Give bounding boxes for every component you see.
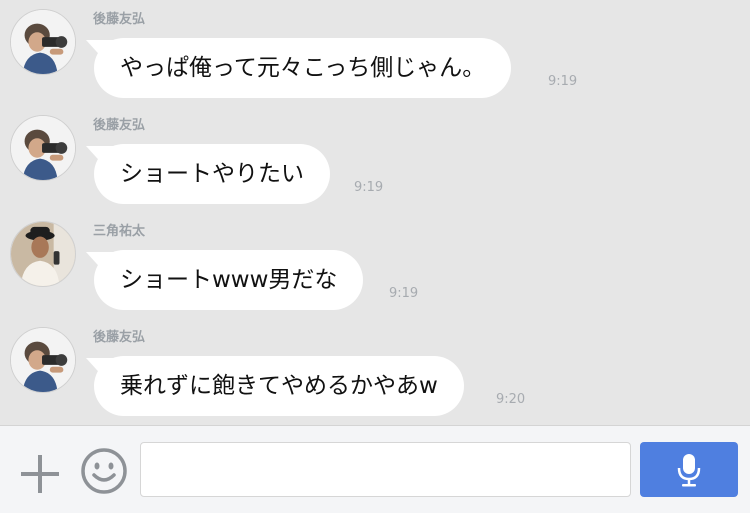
message-bubble[interactable]: やっぱ俺って元々こっち側じゃん。 — [94, 38, 512, 98]
chat-message: 後藤友弘 ショートやりたい 9:19 — [0, 106, 750, 212]
sender-name: 後藤友弘 — [93, 12, 146, 27]
message-input-bar — [0, 425, 750, 513]
message-time: 9:19 — [548, 74, 578, 89]
chat-message: 後藤友弘 やっぱ俺って元々こっち側じゃん。 9:19 — [0, 0, 750, 106]
chat-message: 後藤友弘 乗れずに飽きてやめるかやあw 9:20 — [0, 318, 750, 424]
message-bubble[interactable]: ショートwww男だな — [94, 250, 364, 310]
plus-icon — [21, 455, 59, 493]
message-time: 9:20 — [496, 392, 526, 407]
smiley-icon — [81, 448, 127, 494]
message-bubble[interactable]: ショートやりたい — [94, 144, 330, 204]
message-time: 9:19 — [389, 286, 419, 301]
chat-message: 三角祐太 ショートwww男だな 9:19 — [0, 212, 750, 318]
chat-message-list[interactable]: 後藤友弘 やっぱ俺って元々こっち側じゃん。 9:19 後藤友弘 ショートやりたい… — [0, 0, 750, 425]
avatar-goto[interactable] — [10, 327, 76, 393]
sender-name: 三角祐太 — [93, 224, 146, 239]
add-attachment-button[interactable] — [18, 452, 62, 496]
message-bubble[interactable]: 乗れずに飽きてやめるかやあw — [94, 356, 464, 416]
sender-name: 後藤友弘 — [93, 118, 146, 133]
emoji-button[interactable] — [80, 447, 128, 495]
avatar-photo-hat-man — [11, 222, 75, 286]
avatar-photo-camera-man — [11, 116, 75, 180]
voice-message-button[interactable] — [640, 442, 738, 497]
microphone-icon — [677, 454, 701, 487]
message-text-input[interactable] — [140, 442, 631, 497]
message-time: 9:19 — [354, 180, 384, 195]
avatar-photo-camera-man — [11, 10, 75, 74]
sender-name: 後藤友弘 — [93, 330, 146, 345]
avatar-goto[interactable] — [10, 9, 76, 75]
avatar-misumi[interactable] — [10, 221, 76, 287]
avatar-photo-camera-man — [11, 328, 75, 392]
avatar-goto[interactable] — [10, 115, 76, 181]
